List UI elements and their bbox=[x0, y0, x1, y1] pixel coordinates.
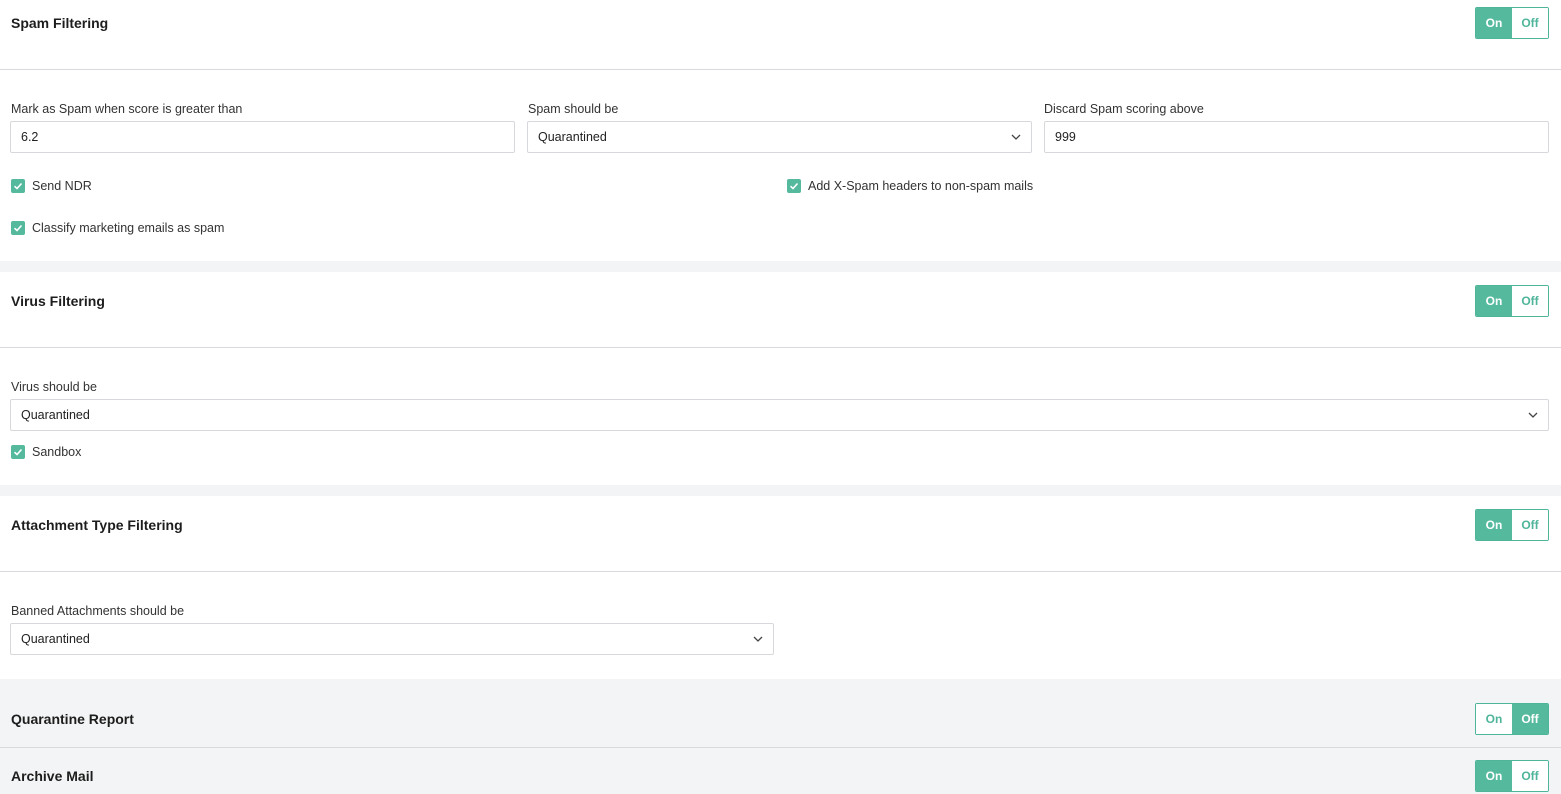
spam-filtering-title: Spam Filtering bbox=[11, 15, 109, 31]
sandbox-checkbox[interactable]: Sandbox bbox=[11, 445, 81, 459]
spam-filtering-section: Spam Filtering On Off Mark as Spam when … bbox=[0, 0, 1561, 261]
check-icon bbox=[787, 179, 801, 193]
virus-filtering-title: Virus Filtering bbox=[11, 293, 105, 309]
classify-marketing-checkbox[interactable]: Classify marketing emails as spam bbox=[11, 221, 224, 235]
attachment-filtering-title: Attachment Type Filtering bbox=[11, 517, 183, 533]
toggle-off-option[interactable]: Off bbox=[1512, 286, 1548, 316]
toggle-on-option[interactable]: On bbox=[1476, 510, 1512, 540]
xspam-headers-label: Add X-Spam headers to non-spam mails bbox=[808, 179, 1034, 193]
toggle-off-option[interactable]: Off bbox=[1512, 510, 1548, 540]
spam-action-select[interactable]: Quarantined bbox=[527, 121, 1032, 153]
quarantine-report-section: Quarantine Report On Off bbox=[0, 679, 1561, 747]
toggle-on-option[interactable]: On bbox=[1476, 761, 1512, 791]
archive-mail-title: Archive Mail bbox=[11, 768, 94, 784]
spam-action-label: Spam should be bbox=[528, 102, 619, 116]
attachment-action-select[interactable]: Quarantined bbox=[10, 623, 774, 655]
virus-filtering-toggle[interactable]: On Off bbox=[1475, 285, 1549, 317]
chevron-down-icon bbox=[1528, 412, 1538, 418]
toggle-off-option[interactable]: Off bbox=[1512, 704, 1548, 734]
spam-score-input[interactable]: 6.2 bbox=[10, 121, 515, 153]
archive-mail-toggle[interactable]: On Off bbox=[1475, 760, 1549, 792]
virus-filtering-header: Virus Filtering On Off bbox=[0, 272, 1561, 348]
send-ndr-checkbox[interactable]: Send NDR bbox=[11, 179, 92, 193]
attachment-action-label: Banned Attachments should be bbox=[11, 604, 185, 618]
toggle-off-option[interactable]: Off bbox=[1512, 8, 1548, 38]
chevron-down-icon bbox=[753, 636, 763, 642]
quarantine-report-toggle[interactable]: On Off bbox=[1475, 703, 1549, 735]
spam-action-value: Quarantined bbox=[538, 130, 607, 144]
check-icon bbox=[11, 179, 25, 193]
attachment-action-value: Quarantined bbox=[21, 632, 90, 646]
toggle-off-option[interactable]: Off bbox=[1512, 761, 1548, 791]
toggle-on-option[interactable]: On bbox=[1476, 704, 1512, 734]
spam-discard-input[interactable]: 999 bbox=[1044, 121, 1549, 153]
virus-action-value: Quarantined bbox=[21, 408, 90, 422]
spam-filtering-header: Spam Filtering On Off bbox=[0, 0, 1561, 70]
spam-filtering-toggle[interactable]: On Off bbox=[1475, 7, 1549, 39]
toggle-on-option[interactable]: On bbox=[1476, 286, 1512, 316]
attachment-filtering-toggle[interactable]: On Off bbox=[1475, 509, 1549, 541]
toggle-on-option[interactable]: On bbox=[1476, 8, 1512, 38]
classify-marketing-label: Classify marketing emails as spam bbox=[32, 221, 225, 235]
check-icon bbox=[11, 221, 25, 235]
quarantine-report-title: Quarantine Report bbox=[11, 711, 134, 727]
xspam-headers-checkbox[interactable]: Add X-Spam headers to non-spam mails bbox=[787, 179, 1033, 193]
attachment-filtering-header: Attachment Type Filtering On Off bbox=[0, 496, 1561, 572]
sandbox-label: Sandbox bbox=[32, 445, 82, 459]
send-ndr-label: Send NDR bbox=[32, 179, 92, 193]
attachment-filtering-section: Attachment Type Filtering On Off Banned … bbox=[0, 496, 1561, 679]
virus-filtering-section: Virus Filtering On Off Virus should be Q… bbox=[0, 272, 1561, 485]
chevron-down-icon bbox=[1011, 134, 1021, 140]
archive-mail-section: Archive Mail On Off bbox=[0, 748, 1561, 794]
spam-discard-label: Discard Spam scoring above bbox=[1044, 102, 1204, 116]
virus-action-select[interactable]: Quarantined bbox=[10, 399, 1549, 431]
spam-score-label: Mark as Spam when score is greater than bbox=[11, 102, 243, 116]
check-icon bbox=[11, 445, 25, 459]
virus-action-label: Virus should be bbox=[11, 380, 97, 394]
